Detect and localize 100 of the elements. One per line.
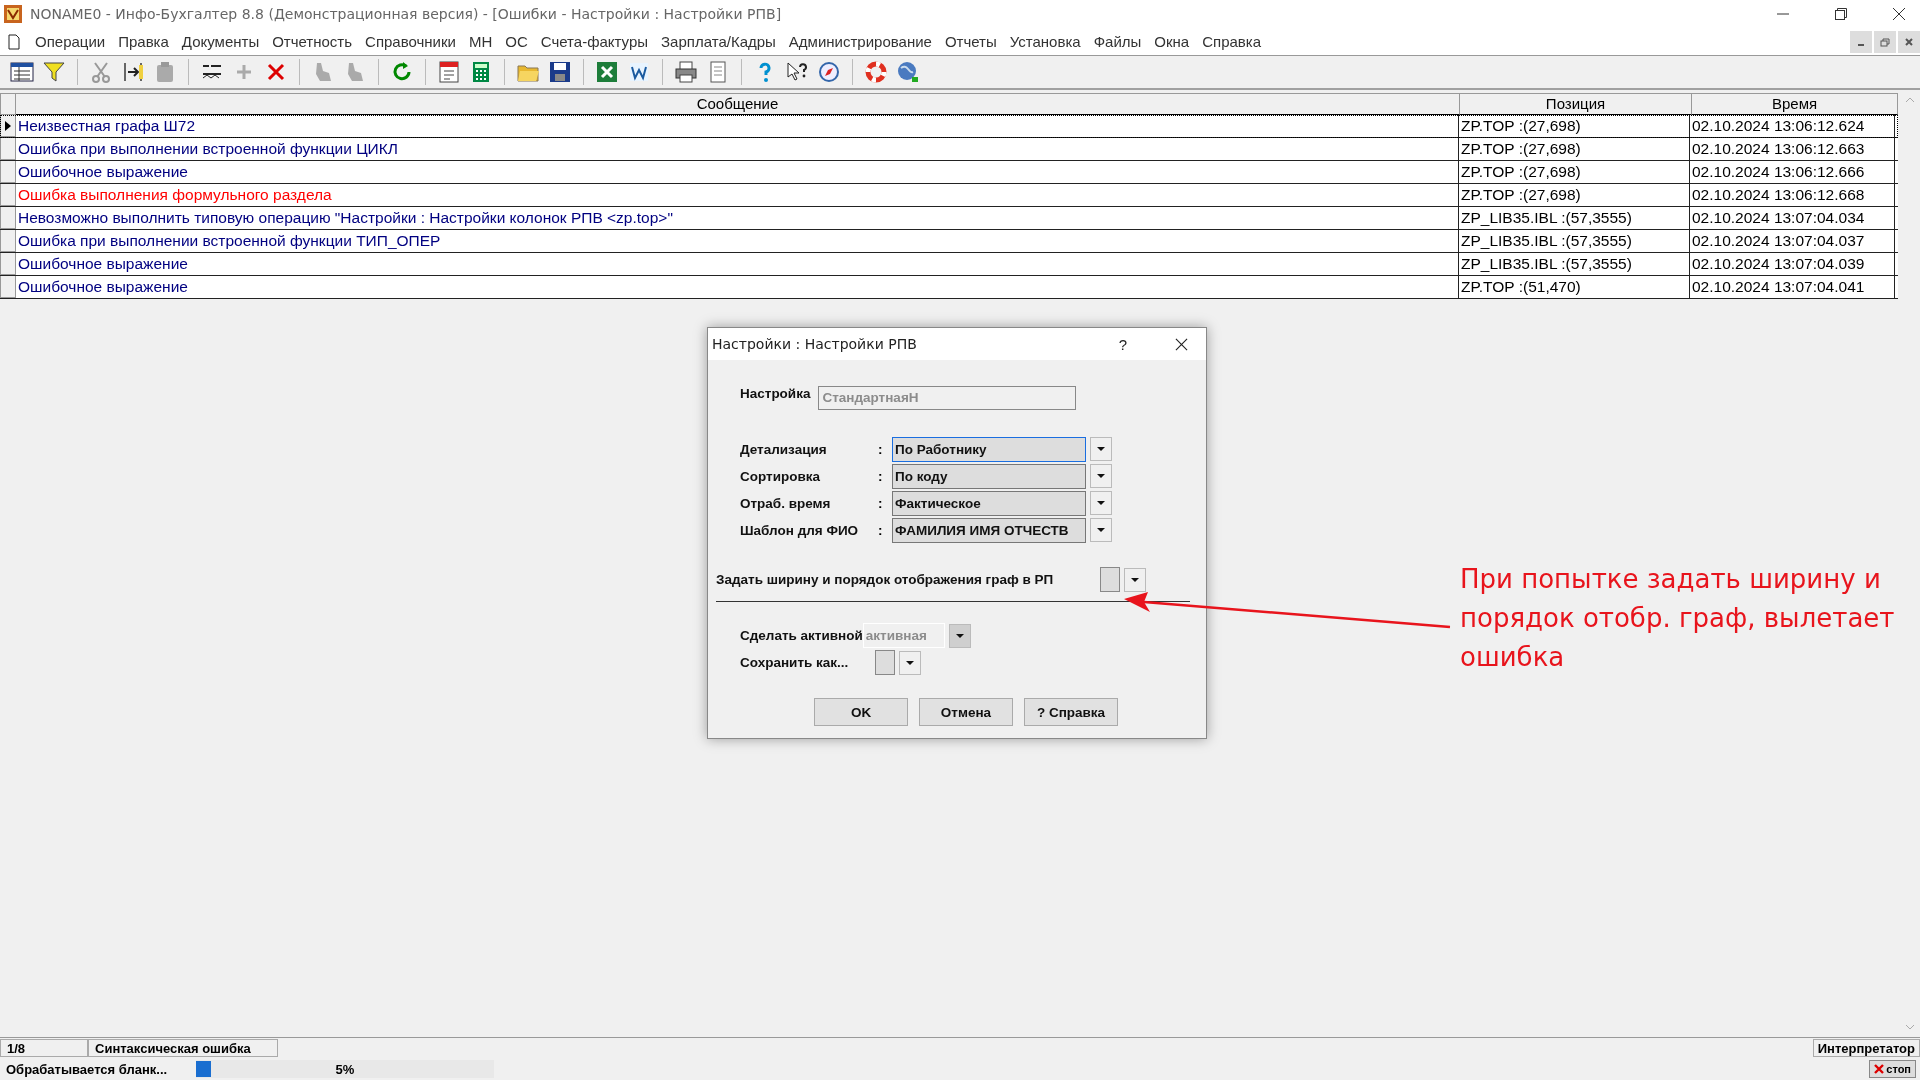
field-label: Сделать активной [740,628,863,643]
menu-item[interactable]: Установка [1009,33,1081,50]
menu-item[interactable]: Правка [118,33,169,50]
menu-item[interactable]: Файлы [1093,33,1142,50]
combo-field[interactable]: По Работнику [892,436,1086,462]
table-cell: Ошибка при выполнении встроенной функции ТИП_ОПЕР [16,230,1459,252]
menu-item[interactable]: Отчетность [272,33,353,50]
table-row[interactable]: Ошибочное выражение ZP.TOP :(51,470) 02.10.2024 13:07:04.041 [0,276,1898,299]
filter-icon[interactable] [42,60,66,84]
minimize-icon[interactable] [1850,30,1872,53]
save-icon[interactable] [548,60,572,84]
table-row[interactable]: Неизвестная графа Ш72 ZP.TOP :(27,698) 02.10.2024 13:06:12.624 [0,115,1898,138]
dialog-title: Настройки : Настройки РПВ [712,336,917,352]
dropdown-button[interactable] [948,623,971,648]
progress-reading: 5% [335,1061,355,1077]
caret-icon [954,632,965,639]
document-icon[interactable] [8,33,20,50]
dialog-button[interactable]: ? Справка [1024,698,1118,726]
dropdown-button[interactable] [1124,567,1146,592]
dialog-button[interactable]: OK [814,698,908,726]
combo-field[interactable]: ФАМИЛИЯ ИМЯ ОТЧЕСТВ [892,517,1086,543]
scissors-icon[interactable] [89,60,113,84]
caret-icon [1096,446,1106,452]
menu-item[interactable]: Операции [35,33,106,50]
field-label: Детализация [740,441,828,457]
table-row[interactable]: Ошибочное выражение ZP_LIB35.IBL :(57,3555) 02.10.2024 13:07:04.039 [0,253,1898,276]
help-button[interactable]: ? [1118,335,1127,353]
combo-field[interactable]: Фактическое [892,490,1086,516]
app-icon [4,5,22,23]
table-cell: ZP.TOP :(27,698) [1459,115,1690,137]
menu-item[interactable]: Справка [1202,33,1262,50]
table-cell: 02.10.2024 13:07:04.034 [1690,207,1895,229]
combo-field[interactable] [875,650,895,675]
caret-icon [905,659,915,666]
globe-icon[interactable] [896,60,920,84]
stop-button[interactable]: стоп [1869,1060,1916,1078]
dialog-button[interactable]: Отмена [919,698,1013,726]
lifebuoy-icon[interactable] [864,60,888,84]
menu-item[interactable]: Справочники [365,33,456,50]
table-cell: ZP.TOP :(27,698) [1459,184,1690,206]
field-label: Отраб. время [740,495,832,511]
table-row[interactable]: Ошибка при выполнении встроенной функции ЦИКЛ ZP.TOP :(27,698) 02.10.2024 13:06:12.663 [0,138,1898,161]
colon: : [878,495,884,511]
record-counter: 1/8 [0,1039,88,1057]
table-row[interactable]: Ошибочное выражение ZP.TOP :(27,698) 02.10.2024 13:06:12.666 [0,161,1898,184]
table-cell: ZP_LIB35.IBL :(57,3555) [1459,253,1690,275]
menu-item[interactable]: Отчеты [944,33,997,50]
calendar-icon[interactable] [437,60,461,84]
close-icon[interactable] [1175,337,1188,351]
menu-item[interactable]: Зарплата/Кадры [661,33,776,50]
printer-icon[interactable] [674,60,698,84]
table-cell: 02.10.2024 13:06:12.624 [1690,115,1895,137]
restore-icon[interactable] [1834,7,1848,21]
caret-icon [1130,576,1140,583]
table-cell: 02.10.2024 13:06:12.666 [1690,161,1895,183]
field-label: Сортировка [740,468,822,484]
menu-item[interactable]: МН [468,33,493,50]
menu-item[interactable]: Администрирование [788,33,932,50]
table-cell: ZP.TOP :(27,698) [1459,138,1690,160]
colon: : [878,522,884,538]
table-cell: 02.10.2024 13:06:12.668 [1690,184,1895,206]
menu-item[interactable]: Документы [181,33,260,50]
table-cell: 02.10.2024 13:07:04.039 [1690,253,1895,275]
table-cell: Ошибка выполнения формульного раздела [16,184,1459,206]
table-cell: Невозможно выполнить типовую операцию "Настройки : Настройки колонок РПВ <zp.top>" [16,207,1459,229]
caret-icon [1096,500,1106,506]
dropdown-button[interactable] [899,650,921,675]
table-row[interactable]: Ошибка при выполнении встроенной функции ТИП_ОПЕР ZP_LIB35.IBL :(57,3555) 02.10.2024 13:07:04.037 [0,230,1898,253]
combo-field[interactable] [1100,567,1120,592]
table-row[interactable]: Ошибка выполнения формульного раздела ZP.TOP :(27,698) 02.10.2024 13:06:12.668 [0,184,1898,207]
table-icon[interactable] [10,60,34,84]
column-arrow-icon[interactable] [121,60,145,84]
row-header[interactable] [0,115,16,137]
menu-item[interactable]: Окна [1154,33,1190,50]
menu-item[interactable]: ОС [505,33,528,50]
table-cell: ZP.TOP :(27,698) [1459,161,1690,183]
table-cell: Ошибка при выполнении встроенной функции ЦИКЛ [16,138,1459,160]
table-cell: 02.10.2024 13:07:04.041 [1690,276,1895,298]
dropdown-button[interactable] [1090,464,1112,488]
menu-item[interactable]: Счета-фактуры [540,33,649,50]
status-message: Синтаксическая ошибка [88,1039,278,1057]
table-cell: 02.10.2024 13:06:12.663 [1690,138,1895,160]
compass-icon[interactable] [817,60,841,84]
close-icon [1874,1064,1885,1074]
table-cell: 02.10.2024 13:07:04.037 [1690,230,1895,252]
colon: : [878,468,884,484]
combo-field[interactable]: По коду [892,463,1086,489]
row-pointer-icon [5,120,11,131]
window-title: NONAME0 - Инфо-Бухгалтер 8.8 (Демонстрационная версия) - [Ошибки - Настройки : Настройки РПВ] [30,6,782,22]
dropdown-button[interactable] [1090,437,1112,461]
spreadsheet-icon[interactable] [595,60,619,84]
document-icon[interactable] [627,60,651,84]
close-icon[interactable] [1898,30,1920,53]
dropdown-button[interactable] [1090,518,1112,542]
field-label: Шаблон для ФИО [740,522,860,538]
task-label: Обрабатывается бланк... [5,1061,169,1077]
dropdown-button[interactable] [1090,491,1112,515]
table-cell: Ошибочное выражение [16,253,1459,275]
close-icon[interactable] [1892,7,1906,21]
table-row[interactable]: Невозможно выполнить типовую операцию "Настройки : Настройки колонок РПВ <zp.top>" ZP_LIB35.IBL :(57,3555) 02.10.2024 13:07:04.034 [0,207,1898,230]
